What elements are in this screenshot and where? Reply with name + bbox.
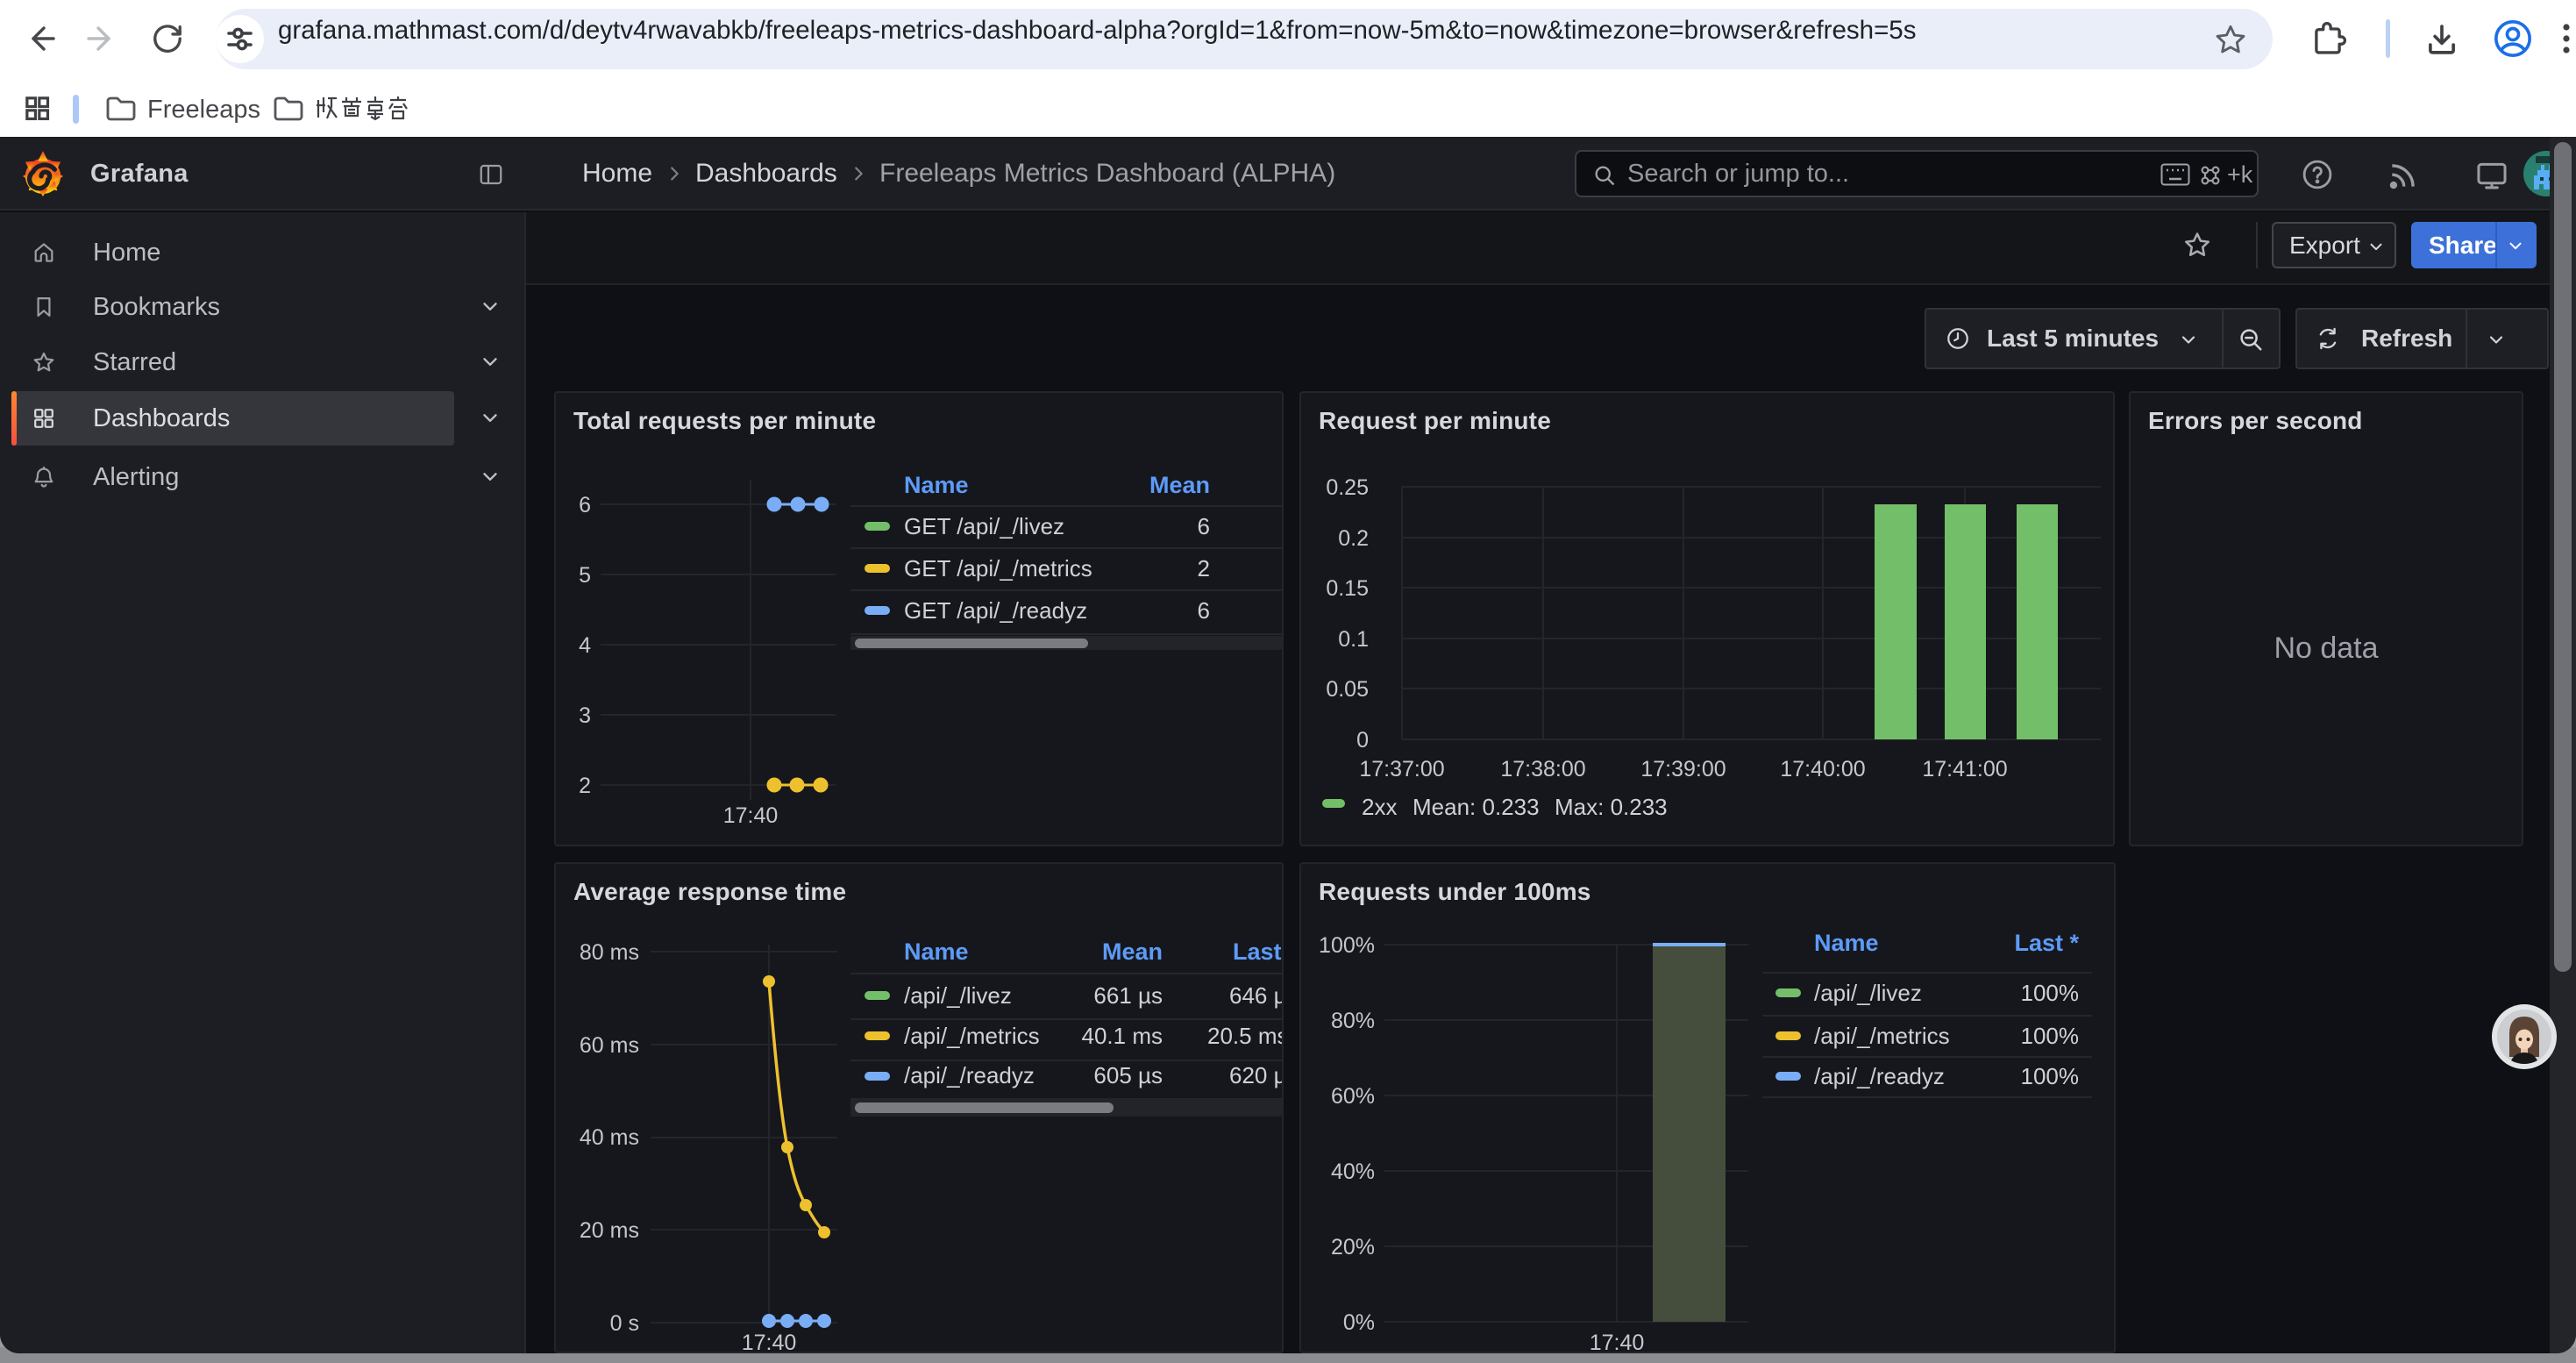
svg-text:5: 5 bbox=[579, 563, 591, 588]
svg-text:40 ms: 40 ms bbox=[580, 1125, 639, 1150]
svg-text:0.15: 0.15 bbox=[1326, 576, 1369, 601]
svg-text:4: 4 bbox=[579, 633, 591, 658]
svg-text:17:41:00: 17:41:00 bbox=[1922, 757, 2007, 781]
svg-text:17:37:00: 17:37:00 bbox=[1359, 757, 1444, 781]
svg-text:60 ms: 60 ms bbox=[580, 1033, 639, 1058]
svg-text:80 ms: 80 ms bbox=[580, 940, 639, 965]
svg-text:17:40: 17:40 bbox=[1590, 1331, 1645, 1352]
svg-text:100%: 100% bbox=[1319, 933, 1375, 958]
svg-text:20 ms: 20 ms bbox=[580, 1218, 639, 1243]
svg-text:2: 2 bbox=[579, 774, 591, 798]
svg-text:0.25: 0.25 bbox=[1326, 475, 1369, 500]
svg-text:0 s: 0 s bbox=[610, 1311, 639, 1336]
svg-text:0.05: 0.05 bbox=[1326, 677, 1369, 702]
svg-text:17:40: 17:40 bbox=[723, 803, 779, 828]
svg-text:20%: 20% bbox=[1331, 1235, 1375, 1260]
svg-text:17:40: 17:40 bbox=[742, 1331, 797, 1352]
svg-text:80%: 80% bbox=[1331, 1009, 1375, 1033]
svg-text:17:39:00: 17:39:00 bbox=[1640, 757, 1726, 781]
svg-text:40%: 40% bbox=[1331, 1160, 1375, 1184]
svg-text:60%: 60% bbox=[1331, 1084, 1375, 1109]
svg-text:6: 6 bbox=[579, 493, 591, 517]
svg-text:3: 3 bbox=[579, 703, 591, 728]
svg-text:0: 0 bbox=[1356, 728, 1369, 753]
svg-text:0.1: 0.1 bbox=[1338, 627, 1369, 652]
svg-text:17:38:00: 17:38:00 bbox=[1500, 757, 1585, 781]
svg-text:17:40:00: 17:40:00 bbox=[1780, 757, 1865, 781]
svg-text:0%: 0% bbox=[1343, 1310, 1375, 1335]
svg-text:0.2: 0.2 bbox=[1338, 526, 1369, 551]
